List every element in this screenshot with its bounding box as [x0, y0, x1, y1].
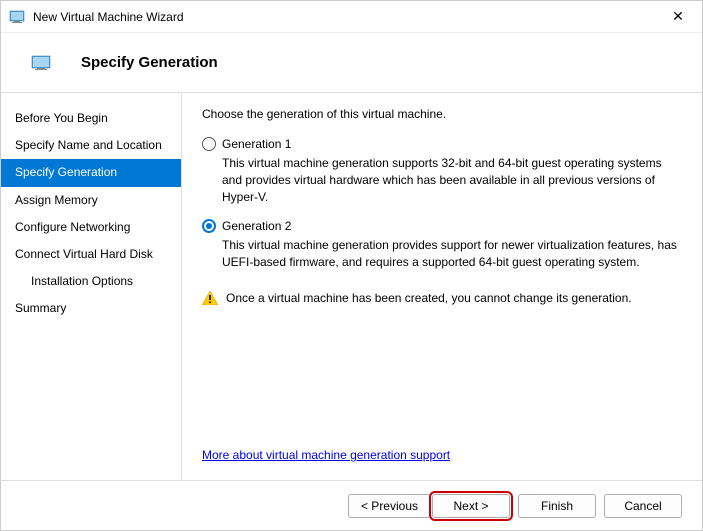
option-gen1-head[interactable]: Generation 1	[202, 137, 682, 151]
radio-gen2[interactable]	[202, 219, 216, 233]
previous-button[interactable]: < Previous	[348, 494, 431, 518]
page-title: Specify Generation	[81, 54, 218, 71]
wizard-header: Specify Generation	[1, 33, 702, 93]
sidebar-item-configure-networking[interactable]: Configure Networking	[1, 214, 181, 241]
warning-text: Once a virtual machine has been created,…	[226, 291, 632, 305]
spacer	[202, 305, 682, 448]
option-gen2-head[interactable]: Generation 2	[202, 219, 682, 233]
vm-icon	[9, 9, 25, 25]
option-generation-2: Generation 2 This virtual machine genera…	[202, 219, 682, 271]
label-gen1: Generation 1	[222, 137, 291, 151]
sidebar-item-specify-generation[interactable]: Specify Generation	[1, 159, 181, 186]
intro-text: Choose the generation of this virtual ma…	[202, 107, 682, 121]
vm-header-icon	[31, 55, 51, 71]
wizard-window: New Virtual Machine Wizard ✕ Specify Gen…	[0, 0, 703, 531]
cancel-button[interactable]: Cancel	[604, 494, 682, 518]
sidebar-item-before-you-begin[interactable]: Before You Begin	[1, 105, 181, 132]
sidebar-item-installation-options[interactable]: Installation Options	[1, 268, 181, 295]
wizard-sidebar: Before You Begin Specify Name and Locati…	[1, 93, 181, 480]
next-button[interactable]: Next >	[432, 494, 510, 518]
close-button[interactable]: ✕	[662, 1, 694, 33]
sidebar-item-specify-name[interactable]: Specify Name and Location	[1, 132, 181, 159]
sidebar-item-connect-vhd[interactable]: Connect Virtual Hard Disk	[1, 241, 181, 268]
sidebar-item-assign-memory[interactable]: Assign Memory	[1, 187, 181, 214]
window-title: New Virtual Machine Wizard	[33, 10, 662, 24]
finish-button[interactable]: Finish	[518, 494, 596, 518]
nav-button-group: < Previous Next >	[348, 494, 510, 518]
warning-row: Once a virtual machine has been created,…	[202, 291, 682, 305]
wizard-content: Choose the generation of this virtual ma…	[181, 93, 702, 480]
more-info-link[interactable]: More about virtual machine generation su…	[202, 448, 682, 462]
sidebar-item-summary[interactable]: Summary	[1, 295, 181, 322]
wizard-footer: < Previous Next > Finish Cancel	[1, 480, 702, 530]
label-gen2: Generation 2	[222, 219, 291, 233]
desc-gen2: This virtual machine generation provides…	[222, 237, 682, 271]
radio-gen1[interactable]	[202, 137, 216, 151]
option-generation-1: Generation 1 This virtual machine genera…	[202, 137, 682, 205]
wizard-body: Before You Begin Specify Name and Locati…	[1, 93, 702, 480]
titlebar: New Virtual Machine Wizard ✕	[1, 1, 702, 33]
desc-gen1: This virtual machine generation supports…	[222, 155, 682, 205]
warning-icon	[202, 291, 218, 305]
